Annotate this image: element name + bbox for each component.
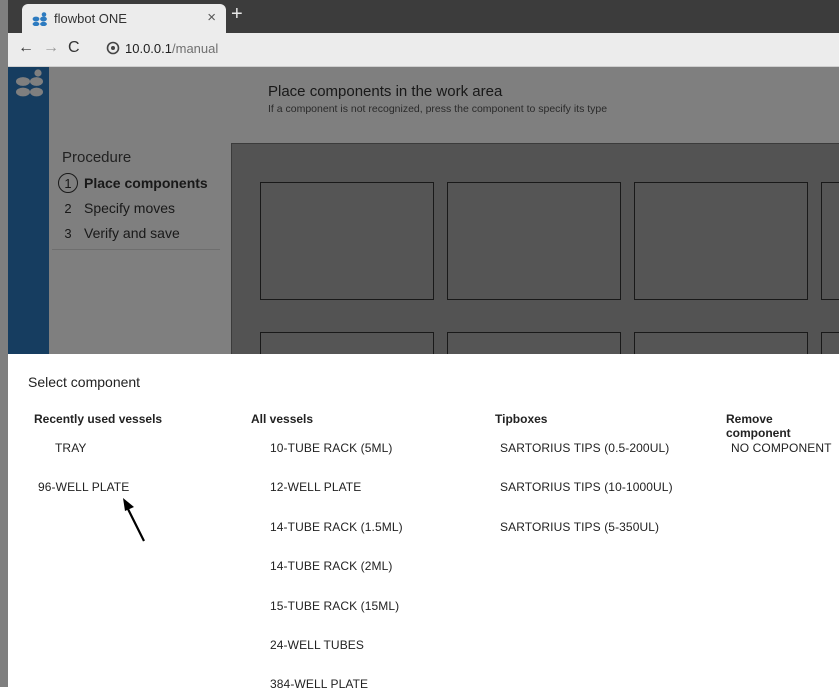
url-path: /manual <box>172 41 219 56</box>
component-option[interactable]: 14-TUBE RACK (1.5ML) <box>270 520 403 534</box>
select-component-sheet: Select component Recently used vessels A… <box>8 355 839 691</box>
globe-icon <box>106 41 120 55</box>
window-border <box>0 0 8 687</box>
tipbox-option[interactable]: SARTORIUS TIPS (0.5-200UL) <box>500 441 669 455</box>
tipbox-option[interactable]: SARTORIUS TIPS (5-350UL) <box>500 520 659 534</box>
component-option[interactable]: 10-TUBE RACK (5ML) <box>270 441 393 455</box>
close-icon[interactable]: × <box>207 9 216 26</box>
page: Place components in the work area If a c… <box>8 67 839 691</box>
column-header-remove: Remove component <box>726 412 791 440</box>
sheet-title: Select component <box>28 374 141 390</box>
component-option[interactable]: 15-TUBE RACK (15ML) <box>270 599 399 613</box>
column-header-tipboxes: Tipboxes <box>495 412 548 426</box>
back-arrow-icon[interactable]: ← <box>18 39 34 57</box>
component-option-tray[interactable]: TRAY <box>55 441 87 455</box>
address-bar[interactable]: 10.0.0.1/manual <box>125 41 218 56</box>
cursor-arrow-icon <box>123 498 145 542</box>
flowbot-favicon-icon <box>32 12 47 26</box>
tab-title: flowbot ONE <box>54 11 127 26</box>
tab-strip: flowbot ONE × + <box>8 0 839 33</box>
plus-icon[interactable]: + <box>231 3 243 26</box>
app-background: Place components in the work area If a c… <box>8 67 839 354</box>
component-option[interactable]: 24-WELL TUBES <box>270 638 364 652</box>
url-host: 10.0.0.1 <box>125 41 172 56</box>
column-header-recent: Recently used vessels <box>34 412 163 426</box>
browser-tab[interactable]: flowbot ONE × <box>22 4 226 33</box>
column-header-all-vessels: All vessels <box>251 412 314 426</box>
component-option[interactable]: 384-WELL PLATE <box>270 677 368 691</box>
component-option-96-well-plate[interactable]: 96-WELL PLATE <box>38 480 129 494</box>
component-option[interactable]: 14-TUBE RACK (2ML) <box>270 559 393 573</box>
browser-toolbar: ← → C 10.0.0.1/manual <box>8 33 839 67</box>
modal-backdrop[interactable] <box>8 67 839 354</box>
forward-arrow-icon[interactable]: → <box>43 39 59 57</box>
reload-icon[interactable]: C <box>68 39 80 57</box>
tipbox-option[interactable]: SARTORIUS TIPS (10-1000UL) <box>500 480 673 494</box>
remove-component-option[interactable]: NO COMPONENT <box>731 441 832 455</box>
component-option[interactable]: 12-WELL PLATE <box>270 480 361 494</box>
